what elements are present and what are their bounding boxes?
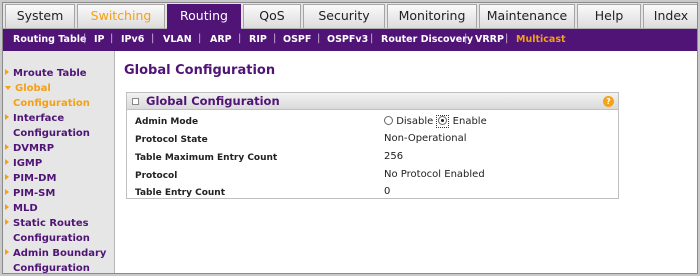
- sidebar-item-admin-boundary-configuration[interactable]: Admin Boundary: [5, 246, 106, 261]
- subnav-separator: |: [238, 33, 242, 44]
- chevron-right-icon: [5, 159, 9, 165]
- table-entry-count-label: Table Entry Count: [135, 188, 226, 198]
- subnav-separator: |: [83, 33, 87, 44]
- tab-security[interactable]: Security: [303, 4, 385, 28]
- admin-mode-radio-group: Disable Enable: [384, 115, 487, 128]
- subnav-routing-table[interactable]: Routing Table: [13, 34, 86, 45]
- tab-system[interactable]: System: [5, 4, 75, 28]
- protocol-value: No Protocol Enabled: [384, 169, 485, 180]
- chevron-right-icon: [5, 249, 9, 255]
- tab-routing[interactable]: Routing: [167, 4, 241, 30]
- subnav-router-discovery[interactable]: Router Discovery: [381, 34, 473, 45]
- subnav-ospf[interactable]: OSPF: [283, 34, 311, 45]
- sub-navigation: Routing Table | IP | IPv6 | VLAN | ARP |…: [3, 29, 697, 51]
- sidebar-item-label: Static Routes: [13, 218, 89, 229]
- sidebar-item-dvmrp[interactable]: DVMRP: [5, 141, 54, 156]
- chevron-right-icon: [5, 219, 9, 225]
- subnav-vlan[interactable]: VLAN: [163, 34, 192, 45]
- sidebar-item-pim-sm[interactable]: PIM-SM: [5, 186, 55, 201]
- subnav-separator: |: [464, 33, 468, 44]
- tab-help[interactable]: Help: [577, 4, 641, 28]
- subnav-separator: |: [370, 33, 374, 44]
- chevron-right-icon: [5, 204, 9, 210]
- top-tab-bar: System Switching Routing QoS Security Mo…: [3, 3, 697, 30]
- sidebar-item-label: Global: [15, 83, 51, 94]
- sidebar-item-igmp[interactable]: IGMP: [5, 156, 42, 171]
- global-configuration-panel: Global Configuration ? Admin Mode Disabl…: [126, 92, 619, 199]
- page-title: Global Configuration: [124, 63, 276, 78]
- chevron-right-icon: [5, 69, 9, 75]
- sidebar-item-static-routes-configuration[interactable]: Static Routes: [5, 216, 89, 231]
- admin-mode-disable-label: Disable: [396, 116, 434, 127]
- sidebar-item-global-configuration[interactable]: Global: [5, 81, 51, 96]
- admin-mode-enable-label: Enable: [452, 116, 487, 127]
- table-entry-count-value: 0: [384, 186, 391, 197]
- sidebar-item-label: Mroute Table: [13, 68, 87, 79]
- protocol-state-value: Non-Operational: [384, 133, 467, 144]
- sidebar-item-label: IGMP: [13, 158, 43, 169]
- app-window: System Switching Routing QoS Security Mo…: [2, 2, 698, 274]
- sidebar-item-label: PIM-DM: [13, 173, 57, 184]
- tab-switching[interactable]: Switching: [77, 4, 165, 28]
- chevron-right-icon: [5, 114, 9, 120]
- panel-header: Global Configuration ?: [127, 93, 618, 110]
- sidebar-item-label: Admin Boundary: [13, 248, 107, 259]
- sidebar-item-mld[interactable]: MLD: [5, 201, 38, 216]
- chevron-right-icon: [5, 144, 9, 150]
- admin-mode-enable-focus: [436, 115, 450, 128]
- admin-mode-disable-radio[interactable]: [384, 116, 393, 125]
- subnav-ipv6[interactable]: IPv6: [121, 34, 144, 45]
- chevron-right-icon: [5, 189, 9, 195]
- chevron-down-icon: [5, 86, 11, 90]
- subnav-arp[interactable]: ARP: [210, 34, 232, 45]
- sidebar-item-label: PIM-SM: [13, 188, 56, 199]
- sidebar-item-label: MLD: [13, 203, 38, 214]
- table-max-entry-count-value: 256: [384, 151, 404, 162]
- admin-mode-enable-radio[interactable]: [438, 116, 448, 125]
- sidebar-item-static-routes-configuration-cont[interactable]: Configuration: [13, 231, 90, 246]
- sidebar-item-interface-configuration-cont[interactable]: Configuration: [13, 126, 90, 141]
- tab-monitoring[interactable]: Monitoring: [387, 4, 477, 28]
- sidebar-item-label: DVMRP: [13, 143, 55, 154]
- protocol-state-label: Protocol State: [135, 135, 208, 145]
- subnav-separator: |: [273, 33, 277, 44]
- help-icon[interactable]: ?: [603, 96, 614, 107]
- sidebar-item-pim-dm[interactable]: PIM-DM: [5, 171, 56, 186]
- tab-index[interactable]: Index: [643, 4, 697, 28]
- subnav-separator: |: [317, 33, 321, 44]
- admin-mode-label: Admin Mode: [135, 117, 199, 127]
- subnav-separator: |: [505, 33, 509, 44]
- sidebar-item-global-configuration-cont[interactable]: Configuration: [13, 96, 90, 111]
- sidebar-item-mroute-table[interactable]: Mroute Table: [5, 66, 87, 81]
- sidebar: Mroute Table Global Configuration Interf…: [3, 51, 115, 273]
- tab-qos[interactable]: QoS: [243, 4, 301, 28]
- panel-title: Global Configuration: [146, 94, 280, 108]
- sidebar-item-admin-boundary-configuration-cont[interactable]: Configuration: [13, 261, 90, 273]
- table-max-entry-count-label: Table Maximum Entry Count: [135, 153, 278, 163]
- sidebar-item-label: Interface: [13, 113, 65, 124]
- tab-maintenance[interactable]: Maintenance: [479, 4, 575, 28]
- protocol-label: Protocol: [135, 171, 178, 181]
- subnav-multicast[interactable]: Multicast: [516, 34, 566, 45]
- sidebar-item-interface-configuration[interactable]: Interface: [5, 111, 64, 126]
- subnav-separator: |: [110, 33, 114, 44]
- subnav-vrrp[interactable]: VRRP: [475, 34, 504, 45]
- subnav-ospfv3[interactable]: OSPFv3: [327, 34, 368, 45]
- subnav-separator: |: [151, 33, 155, 44]
- subnav-rip[interactable]: RIP: [249, 34, 267, 45]
- collapse-icon[interactable]: [132, 98, 139, 105]
- subnav-separator: |: [198, 33, 202, 44]
- subnav-ip[interactable]: IP: [94, 34, 105, 45]
- chevron-right-icon: [5, 174, 9, 180]
